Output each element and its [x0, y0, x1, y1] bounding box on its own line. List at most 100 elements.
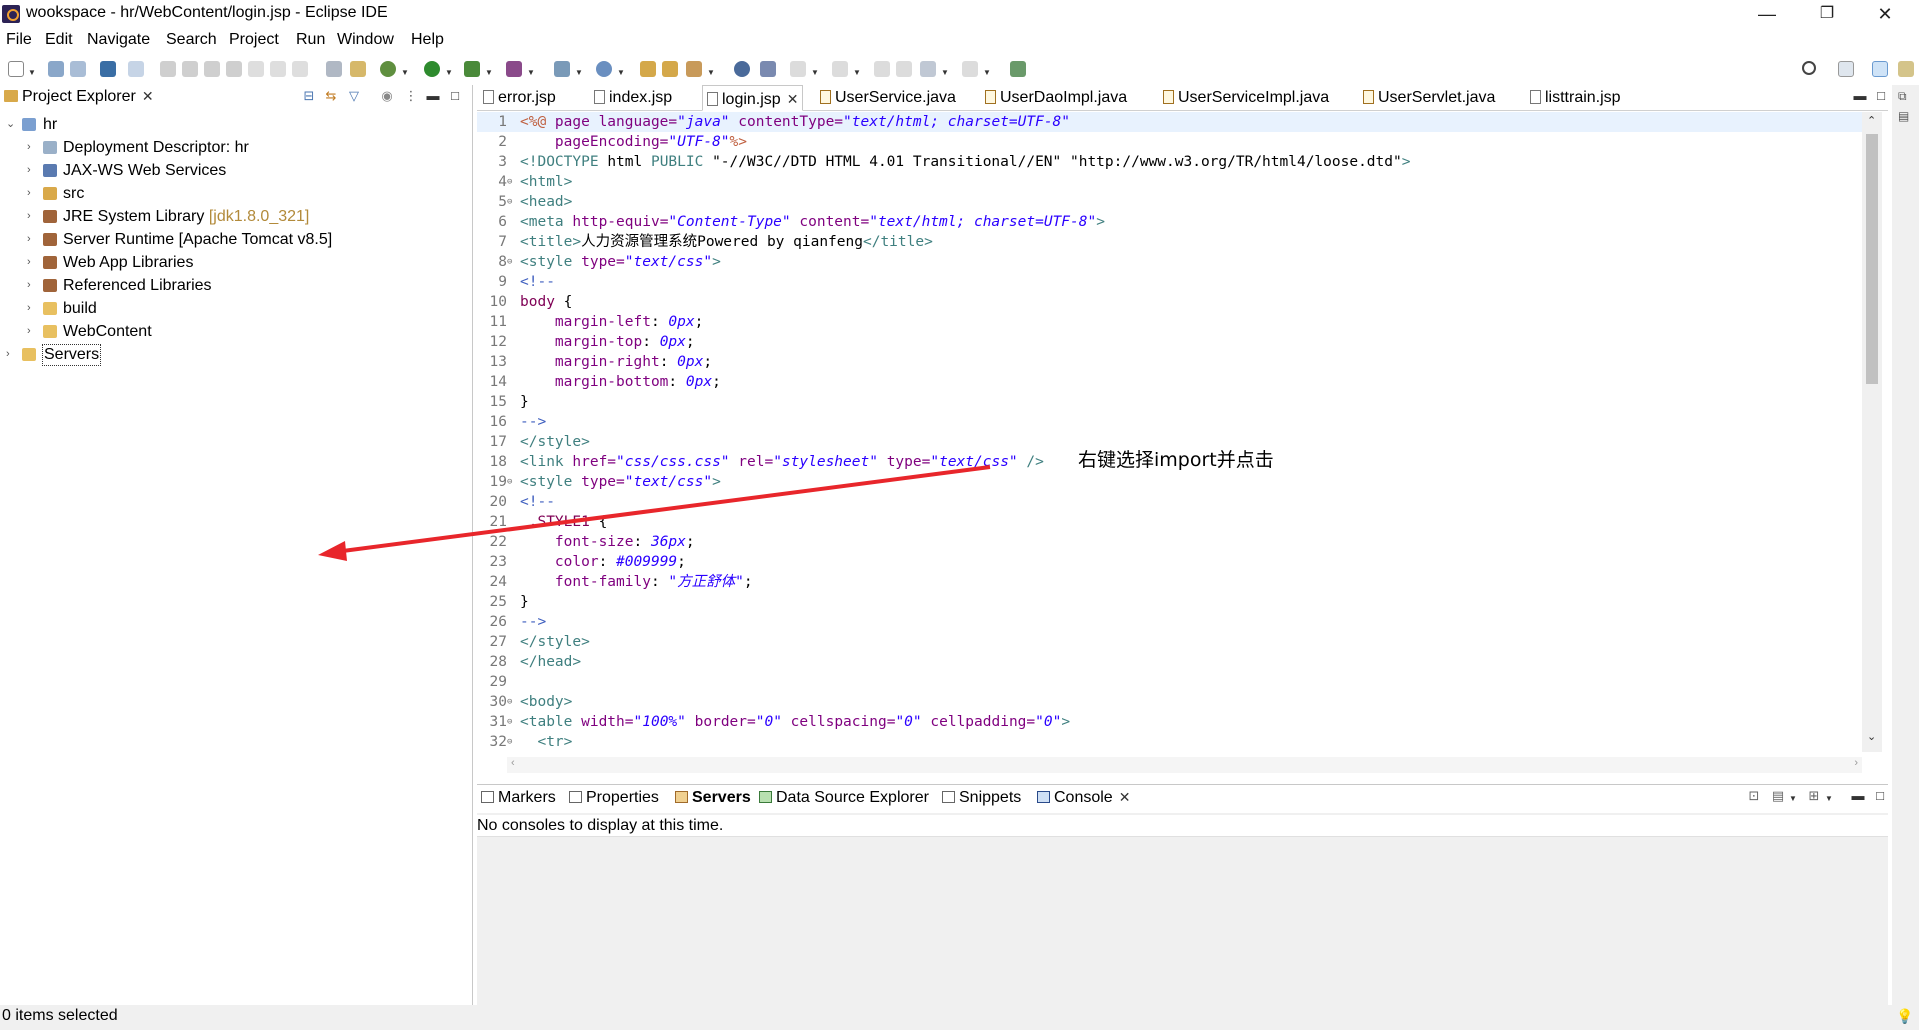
- chevron-down-icon[interactable]: ▼: [1825, 794, 1833, 803]
- scroll-down-icon[interactable]: ⌄: [1867, 730, 1876, 743]
- focus-icon[interactable]: ◉: [380, 89, 394, 103]
- code-line[interactable]: 1 <%@ page language="java" contentType="t…: [477, 112, 1867, 132]
- link-with-editor-icon[interactable]: ⇆: [324, 89, 338, 103]
- tree-item-hr[interactable]: ⌄ hr: [0, 113, 470, 136]
- maximize-view-icon[interactable]: □: [1873, 789, 1887, 803]
- run-icon[interactable]: [424, 61, 440, 77]
- tree-item-webcontent[interactable]: › WebContent: [0, 320, 470, 343]
- back-icon[interactable]: [920, 61, 936, 77]
- minimize-view-icon[interactable]: ▬: [426, 89, 440, 103]
- tab-data-source-explorer[interactable]: Data Source Explorer: [759, 789, 929, 807]
- save-icon[interactable]: [48, 61, 64, 77]
- code-line[interactable]: 19 ⊖ <style type="text/css">: [477, 472, 1867, 492]
- chevron-right-icon[interactable]: ›: [27, 274, 31, 297]
- close-window-button[interactable]: ✕: [1862, 0, 1908, 30]
- code-line[interactable]: 22 font-size: 36px;: [477, 532, 1867, 552]
- chevron-right-icon[interactable]: ›: [27, 205, 31, 228]
- outline-icon[interactable]: ▤: [1898, 109, 1909, 123]
- chevron-down-icon[interactable]: ▼: [811, 68, 819, 77]
- tree-item-jax-ws[interactable]: › JAX-WS Web Services: [0, 159, 470, 182]
- tab-userdaoimpl-java[interactable]: UserDaoImpl.java: [985, 85, 1127, 111]
- suspend-icon[interactable]: [182, 61, 198, 77]
- chevron-right-icon[interactable]: ›: [6, 343, 10, 366]
- code-line[interactable]: 11 margin-left: 0px;: [477, 312, 1867, 332]
- annotation-nav-icon[interactable]: [760, 61, 776, 77]
- editor-vertical-scrollbar[interactable]: ⌃ ⌄: [1862, 112, 1882, 752]
- new-java-class-icon[interactable]: [596, 61, 612, 77]
- jee-perspective-icon[interactable]: [1872, 61, 1888, 77]
- forward-edit-icon[interactable]: [896, 61, 912, 77]
- step-into-icon[interactable]: [248, 61, 264, 77]
- fold-toggle-icon[interactable]: ⊖: [507, 712, 512, 732]
- external-tools-icon[interactable]: [506, 61, 522, 77]
- code-line[interactable]: 5 ⊖ <head>: [477, 192, 1867, 212]
- code-line[interactable]: 3 <!DOCTYPE html PUBLIC "-//W3C//DTD HTML…: [477, 152, 1867, 172]
- chevron-down-icon[interactable]: ▼: [445, 68, 453, 77]
- chevron-down-icon[interactable]: ▼: [28, 68, 36, 77]
- code-line[interactable]: 2 pageEncoding="UTF-8"%>: [477, 132, 1867, 152]
- web-browser-icon[interactable]: [734, 61, 750, 77]
- menu-window[interactable]: Window: [337, 31, 394, 49]
- tree-item-deployment-descriptor[interactable]: › Deployment Descriptor: hr: [0, 136, 470, 159]
- code-line[interactable]: 13 margin-right: 0px;: [477, 352, 1867, 372]
- close-icon[interactable]: ✕: [787, 91, 799, 107]
- last-edit-location-icon[interactable]: [874, 61, 890, 77]
- tab-console[interactable]: Console ✕: [1037, 789, 1131, 807]
- terminate-icon[interactable]: [204, 61, 220, 77]
- tree-item-referenced-libraries[interactable]: › Referenced Libraries: [0, 274, 470, 297]
- code-line[interactable]: 4 ⊖ <html>: [477, 172, 1867, 192]
- code-line[interactable]: 14 margin-bottom: 0px;: [477, 372, 1867, 392]
- filter-icon[interactable]: ▽: [347, 89, 361, 103]
- new-server-icon[interactable]: [554, 61, 570, 77]
- coverage-icon[interactable]: [464, 61, 480, 77]
- tab-index-jsp[interactable]: index.jsp: [594, 85, 672, 111]
- tree-item-build[interactable]: › build: [0, 297, 470, 320]
- fold-toggle-icon[interactable]: ⊖: [507, 172, 512, 192]
- code-editor[interactable]: 1 <%@ page language="java" contentType="t…: [477, 112, 1867, 752]
- tab-snippets[interactable]: Snippets: [942, 789, 1021, 807]
- toggle-breadcrumb-icon[interactable]: [326, 61, 342, 77]
- code-line[interactable]: 32 ⊖ <tr>: [477, 732, 1867, 752]
- fold-toggle-icon[interactable]: ⊖: [507, 692, 512, 712]
- scrollbar-thumb[interactable]: [1866, 134, 1878, 384]
- chevron-down-icon[interactable]: ▼: [707, 68, 715, 77]
- code-line[interactable]: 16 -->: [477, 412, 1867, 432]
- scroll-right-icon[interactable]: ›: [1854, 757, 1858, 769]
- collapse-all-icon[interactable]: ⊟: [302, 89, 316, 103]
- chevron-right-icon[interactable]: ›: [27, 159, 31, 182]
- pin-editor-icon[interactable]: [1010, 61, 1026, 77]
- forward-icon[interactable]: [962, 61, 978, 77]
- code-line[interactable]: 12 margin-top: 0px;: [477, 332, 1867, 352]
- code-line[interactable]: 25}: [477, 592, 1867, 612]
- tab-login-jsp[interactable]: login.jsp ✕: [702, 85, 804, 111]
- chevron-right-icon[interactable]: ›: [27, 182, 31, 205]
- tab-userserviceimpl-java[interactable]: UserServiceImpl.java: [1163, 85, 1329, 111]
- display-console-icon[interactable]: ▤: [1771, 789, 1785, 803]
- minimize-button[interactable]: —: [1744, 0, 1790, 30]
- tab-markers[interactable]: Markers: [481, 789, 556, 807]
- chevron-right-icon[interactable]: ›: [27, 228, 31, 251]
- open-type-icon[interactable]: [640, 61, 656, 77]
- chevron-right-icon[interactable]: ›: [27, 136, 31, 159]
- chevron-right-icon[interactable]: ›: [27, 320, 31, 343]
- save-all-icon[interactable]: [70, 61, 86, 77]
- open-task-icon[interactable]: [662, 61, 678, 77]
- chevron-down-icon[interactable]: ▼: [401, 68, 409, 77]
- code-line[interactable]: 6 <meta http-equiv="Content-Type" content…: [477, 212, 1867, 232]
- search-tool-icon[interactable]: [686, 61, 702, 77]
- scroll-up-icon[interactable]: ⌃: [1867, 114, 1876, 127]
- code-line[interactable]: 8 ⊖ <style type="text/css">: [477, 252, 1867, 272]
- chevron-down-icon[interactable]: ▼: [1789, 794, 1797, 803]
- menu-navigate[interactable]: Navigate: [87, 31, 150, 49]
- tab-listtrain-jsp[interactable]: listtrain.jsp: [1530, 85, 1621, 111]
- lightbulb-icon[interactable]: 💡: [1896, 1008, 1913, 1025]
- disconnect-icon[interactable]: [226, 61, 242, 77]
- tree-item-servers[interactable]: › Servers: [0, 343, 470, 366]
- open-perspective-icon[interactable]: [1838, 61, 1854, 77]
- pin-console-icon[interactable]: ⊡: [1747, 789, 1761, 803]
- minimize-editor-icon[interactable]: ▬: [1853, 89, 1867, 103]
- restore-button[interactable]: ❐: [1804, 0, 1850, 30]
- tree-item-jre[interactable]: › JRE System Library [jdk1.8.0_321]: [0, 205, 470, 228]
- code-line[interactable]: 27 </style>: [477, 632, 1867, 652]
- chevron-right-icon[interactable]: ›: [27, 297, 31, 320]
